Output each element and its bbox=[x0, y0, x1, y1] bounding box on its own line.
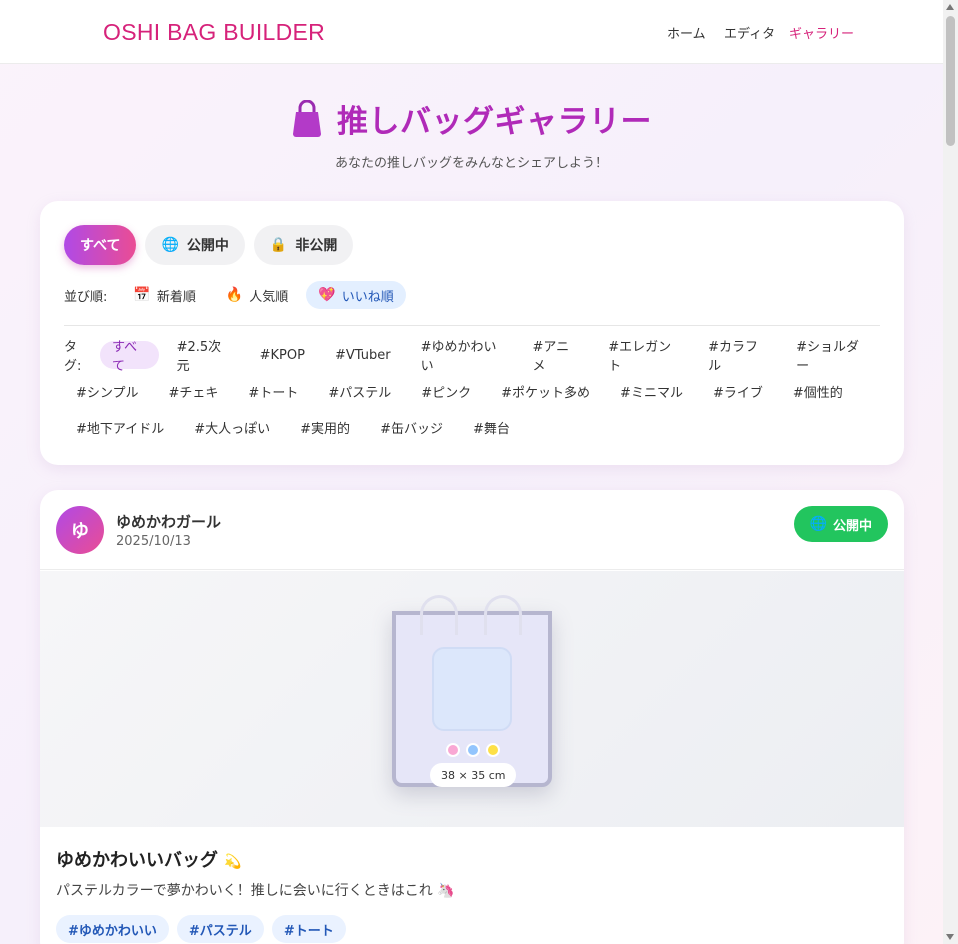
filter-public-button[interactable]: 🌐 公開中 bbox=[145, 225, 245, 265]
nav-home-link[interactable]: ホーム bbox=[667, 23, 706, 42]
page-title-text: 推しバッグギャラリー bbox=[337, 104, 652, 140]
badge-dot bbox=[466, 743, 480, 757]
shopping-bag-icon bbox=[291, 99, 323, 138]
tag-chip[interactable]: #2.5次元 bbox=[165, 340, 242, 374]
bag-handle-right bbox=[484, 595, 522, 635]
post-username[interactable]: ゆめかわガール bbox=[116, 511, 221, 532]
calendar-icon: 📅 bbox=[133, 287, 151, 303]
scrollbar-thumb[interactable] bbox=[946, 16, 955, 146]
filter-all-button[interactable]: すべて bbox=[64, 225, 137, 265]
tag-chip[interactable]: #缶バッジ bbox=[368, 413, 455, 441]
bag-badges bbox=[446, 743, 500, 757]
globe-icon: 🌐 bbox=[809, 516, 827, 532]
tag-row-1: タグ: すべて #2.5次元 #KPOP #VTuber #ゆめかわいい #アニ… bbox=[64, 340, 884, 374]
globe-icon: 🌐 bbox=[161, 237, 179, 253]
tag-chip[interactable]: #シンプル bbox=[64, 377, 151, 405]
sort-likes-button[interactable]: 💖 いいね順 bbox=[306, 281, 406, 309]
tag-chip[interactable]: #舞台 bbox=[461, 413, 522, 441]
main-nav: ホーム エディタ ギャラリー bbox=[0, 23, 943, 43]
tag-chip-all[interactable]: すべて bbox=[100, 340, 159, 374]
tag-chip[interactable]: #VTuber bbox=[323, 341, 403, 369]
sort-options: 並び順: 📅 新着順 🔥 人気順 💖 いいね順 bbox=[64, 281, 406, 309]
page-subtitle: あなたの推しバッグをみんなとシェアしよう！ bbox=[334, 155, 608, 171]
bag-clear-pocket bbox=[432, 647, 512, 731]
tag-chip[interactable]: #アニメ bbox=[520, 340, 590, 374]
tag-chip[interactable]: #地下アイドル bbox=[64, 413, 176, 441]
post-title: ゆめかわいいバッグ 💫 bbox=[56, 846, 242, 872]
post-description-text: パステルカラーで夢かわいく！推しに会いに行くときはこれ bbox=[56, 883, 433, 899]
top-header: OSHI BAG BUILDER ホーム エディタ ギャラリー bbox=[0, 0, 943, 64]
tag-filter: タグ: すべて #2.5次元 #KPOP #VTuber #ゆめかわいい #アニ… bbox=[64, 340, 884, 449]
sort-popular-label: 人気順 bbox=[249, 289, 289, 305]
sort-likes-label: いいね順 bbox=[341, 289, 394, 305]
tag-chip[interactable]: #実用的 bbox=[288, 413, 362, 441]
tag-chip[interactable]: #トート bbox=[236, 377, 310, 405]
bag-handle-left bbox=[420, 595, 458, 635]
bag-illustration: 38 × 35 cm bbox=[392, 595, 552, 787]
post-tag[interactable]: #トート bbox=[271, 915, 346, 943]
tag-chip[interactable]: #ゆめかわいい bbox=[409, 340, 515, 374]
sort-newest-button[interactable]: 📅 新着順 bbox=[121, 281, 207, 309]
tag-label: タグ: bbox=[64, 340, 82, 374]
tag-chip[interactable]: #ポケット多め bbox=[489, 377, 602, 405]
fire-icon: 🔥 bbox=[225, 287, 244, 303]
filter-private-button[interactable]: 🔒 非公開 bbox=[253, 225, 354, 265]
tag-chip[interactable]: #エレガント bbox=[596, 340, 690, 374]
lock-icon: 🔒 bbox=[269, 237, 288, 253]
bag-preview[interactable]: 38 × 35 cm bbox=[40, 571, 904, 827]
tag-chip[interactable]: #パステル bbox=[316, 377, 403, 405]
tag-chip[interactable]: #KPOP bbox=[248, 341, 317, 369]
sort-newest-label: 新着順 bbox=[156, 289, 196, 305]
post-title-text: ゆめかわいいバッグ bbox=[56, 850, 218, 871]
filter-divider bbox=[64, 325, 880, 326]
tag-row-3: #地下アイドル #大人っぽい #実用的 #缶バッジ #舞台 bbox=[64, 413, 884, 441]
unicorn-icon: 🦄 bbox=[437, 883, 455, 899]
tag-chip[interactable]: #チェキ bbox=[157, 377, 231, 405]
nav-editor-link[interactable]: エディタ bbox=[724, 23, 775, 42]
status-badge-label: 公開中 bbox=[832, 518, 872, 534]
scroll-down-arrow-icon[interactable] bbox=[946, 934, 954, 940]
tag-chip[interactable]: #大人っぽい bbox=[182, 413, 282, 441]
filter-panel: すべて 🌐 公開中 🔒 非公開 並び順: 📅 新着順 🔥 人気順 💖 いいね順 … bbox=[40, 201, 904, 465]
filter-all-label: すべて bbox=[80, 238, 121, 254]
filter-public-label: 公開中 bbox=[186, 238, 229, 254]
post-description: パステルカラーで夢かわいく！推しに会いに行くときはこれ 🦄 bbox=[56, 880, 455, 900]
tag-chip[interactable]: #ライブ bbox=[701, 377, 775, 405]
nav-gallery-link[interactable]: ギャラリー bbox=[789, 23, 854, 42]
tag-row-2: #シンプル #チェキ #トート #パステル #ピンク #ポケット多め #ミニマル… bbox=[64, 377, 884, 405]
tag-chip[interactable]: #ミニマル bbox=[608, 377, 695, 405]
sort-label: 並び順: bbox=[64, 289, 108, 305]
avatar[interactable]: ゆ bbox=[56, 506, 104, 554]
post-tag[interactable]: #パステル bbox=[176, 915, 264, 943]
page-scrollbar[interactable] bbox=[943, 0, 958, 944]
post-date: 2025/10/13 bbox=[116, 534, 191, 549]
page-heading: 推しバッグギャラリー あなたの推しバッグをみんなとシェアしよう！ bbox=[0, 96, 943, 171]
filter-private-label: 非公開 bbox=[295, 238, 338, 254]
tag-chip[interactable]: #個性的 bbox=[781, 377, 855, 405]
gallery-post-card[interactable]: ゆ ゆめかわガール 2025/10/13 🌐 公開中 38 × 35 cm ゆめ… bbox=[40, 490, 904, 944]
badge-dot bbox=[446, 743, 460, 757]
sort-popular-button[interactable]: 🔥 人気順 bbox=[214, 281, 300, 309]
page-title: 推しバッグギャラリー bbox=[291, 96, 652, 141]
badge-dot bbox=[486, 743, 500, 757]
post-tag[interactable]: #ゆめかわいい bbox=[56, 915, 169, 943]
status-badge: 🌐 公開中 bbox=[793, 506, 888, 542]
tag-chip[interactable]: #ショルダー bbox=[784, 340, 878, 374]
tag-chip[interactable]: #ピンク bbox=[409, 377, 483, 405]
heart-icon: 💖 bbox=[318, 287, 336, 303]
post-header: ゆ ゆめかわガール 2025/10/13 🌐 公開中 bbox=[40, 490, 904, 570]
scroll-up-arrow-icon[interactable] bbox=[946, 4, 954, 10]
bag-size-label: 38 × 35 cm bbox=[430, 763, 517, 787]
dizzy-star-icon: 💫 bbox=[224, 854, 242, 870]
post-tags: #ゆめかわいい #パステル #トート bbox=[56, 915, 346, 943]
visibility-filter: すべて 🌐 公開中 🔒 非公開 bbox=[64, 225, 354, 265]
tag-chip[interactable]: #カラフル bbox=[696, 340, 778, 374]
